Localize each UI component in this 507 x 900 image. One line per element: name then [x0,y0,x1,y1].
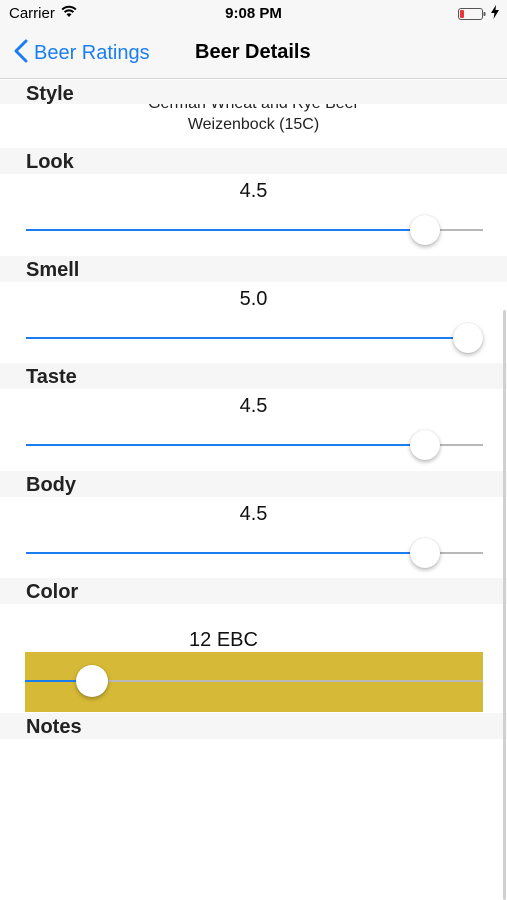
slider-track-empty [440,552,483,554]
slider-thumb[interactable] [410,215,441,245]
slider-track-filled [26,337,453,339]
slider-track-empty [108,680,483,682]
smell-slider[interactable] [26,323,483,353]
section-header-smell: Smell [0,256,507,282]
section-header-style: Style [0,80,507,106]
slider-track-empty [440,444,483,446]
section-header-body: Body [0,471,507,497]
slider-thumb[interactable] [410,538,441,568]
style-subcategory: Weizenbock (15C) [187,116,320,133]
slider-track-filled [26,552,411,554]
chevron-left-icon [14,39,28,68]
section-header-label: Taste [26,366,77,388]
section-header-look: Look [0,148,507,174]
section-header-label: Color [26,581,79,603]
slider-track-filled [25,680,77,682]
navigation-bar: Beer Ratings Beer Details [0,28,507,79]
color-slider[interactable] [25,665,483,697]
back-button-label: Beer Ratings [34,41,150,64]
notes-text-area[interactable] [0,739,503,900]
look-value: 4.5 [239,180,268,202]
scroll-indicator[interactable] [503,310,506,900]
status-bar: Carrier 9:08 PM [0,0,507,28]
section-header-taste: Taste [0,363,507,389]
slider-track-empty [440,229,483,231]
style-picker[interactable]: German Wheat and Rye Beer Weizenbock (15… [0,104,507,148]
body-value: 4.5 [239,503,268,525]
charging-bolt-icon [491,5,499,22]
taste-slider[interactable] [26,430,483,460]
taste-value: 4.5 [239,395,268,417]
smell-value: 5.0 [239,288,268,310]
section-header-color: Color [0,578,507,604]
color-value: 12 EBC [189,629,258,651]
battery-icon [458,7,486,20]
section-header-label: Body [26,474,76,496]
slider-track-filled [26,444,411,446]
look-slider[interactable] [26,215,483,245]
section-header-label: Look [26,151,74,173]
section-header-label: Style [26,83,74,105]
slider-thumb[interactable] [410,430,441,460]
section-header-label: Notes [26,716,82,738]
status-time: 9:08 PM [225,5,282,22]
section-header-label: Smell [26,259,80,281]
section-header-notes: Notes [0,713,507,739]
page-title: Beer Details [195,41,311,63]
body-slider[interactable] [26,538,483,568]
back-button[interactable]: Beer Ratings [14,39,150,67]
slider-track-filled [26,229,411,231]
slider-thumb[interactable] [76,665,109,697]
slider-thumb[interactable] [453,323,483,353]
style-category: German Wheat and Rye Beer [0,104,507,113]
